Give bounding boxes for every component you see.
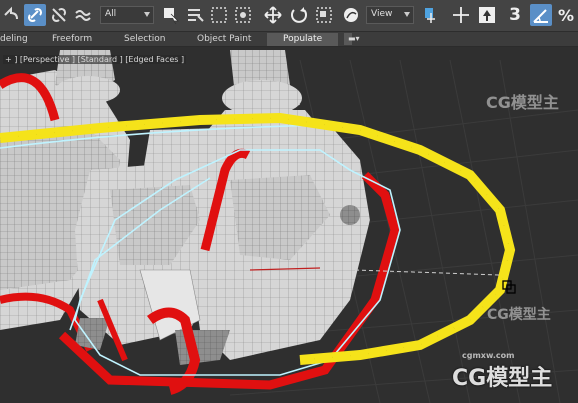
reference-coordinate-dropdown[interactable]: View bbox=[366, 6, 414, 24]
reference-coordinate-value: View bbox=[371, 9, 393, 19]
angle-snap-toggle-icon[interactable] bbox=[530, 4, 552, 26]
select-manipulate-icon[interactable] bbox=[450, 4, 472, 26]
chevron-down-icon bbox=[144, 12, 150, 17]
tab-modeling[interactable]: deling bbox=[0, 32, 28, 46]
place-icon[interactable] bbox=[340, 4, 362, 26]
select-and-link-icon[interactable] bbox=[24, 4, 46, 26]
main-toolbar: All View 3 % bbox=[0, 0, 578, 32]
watermark-mid: CG模型主 bbox=[487, 307, 551, 323]
tab-freeform[interactable]: Freeform bbox=[52, 32, 92, 46]
percent-snap-toggle[interactable]: % bbox=[555, 4, 577, 26]
undo-icon[interactable] bbox=[0, 4, 22, 26]
window-crossing-icon[interactable] bbox=[232, 4, 254, 26]
tab-selection[interactable]: Selection bbox=[124, 32, 165, 46]
snaps-toggle[interactable]: 3 bbox=[503, 4, 527, 26]
tab-object-paint[interactable]: Object Paint bbox=[197, 32, 251, 46]
select-object-icon[interactable] bbox=[160, 4, 182, 26]
chevron-down-icon bbox=[404, 12, 410, 17]
selection-filter-value: All bbox=[105, 9, 117, 19]
rectangular-selection-icon[interactable] bbox=[208, 4, 230, 26]
keyboard-shortcut-override-icon[interactable] bbox=[476, 4, 498, 26]
selection-filter-dropdown[interactable]: All bbox=[100, 6, 154, 24]
percent-snap-label: % bbox=[557, 5, 575, 25]
snaps-toggle-label: 3 bbox=[509, 5, 521, 25]
rotate-icon[interactable] bbox=[288, 4, 310, 26]
watermark-url: cgmxw.com bbox=[462, 351, 515, 360]
move-icon[interactable] bbox=[262, 4, 284, 26]
ribbon-options-button[interactable]: ▬▾ bbox=[344, 33, 360, 45]
scale-icon[interactable] bbox=[313, 4, 335, 26]
perspective-viewport[interactable]: + ] [Perspective ] [Standard ] [Edged Fa… bbox=[0, 47, 578, 403]
unlink-icon[interactable] bbox=[48, 4, 70, 26]
viewport-label[interactable]: + ] [Perspective ] [Standard ] [Edged Fa… bbox=[3, 55, 187, 64]
ribbon-options-icon: ▬▾ bbox=[348, 34, 360, 43]
watermark-bottom: CG模型主 bbox=[452, 366, 553, 391]
select-by-name-icon[interactable] bbox=[184, 4, 206, 26]
watermark-top: CG模型主 bbox=[486, 93, 559, 112]
tab-populate[interactable]: Populate bbox=[267, 33, 339, 46]
pivot-center-icon[interactable] bbox=[420, 4, 442, 26]
ribbon-tab-bar: deling Freeform Selection Object Paint P… bbox=[0, 32, 578, 46]
bind-to-space-warp-icon[interactable] bbox=[72, 4, 94, 26]
